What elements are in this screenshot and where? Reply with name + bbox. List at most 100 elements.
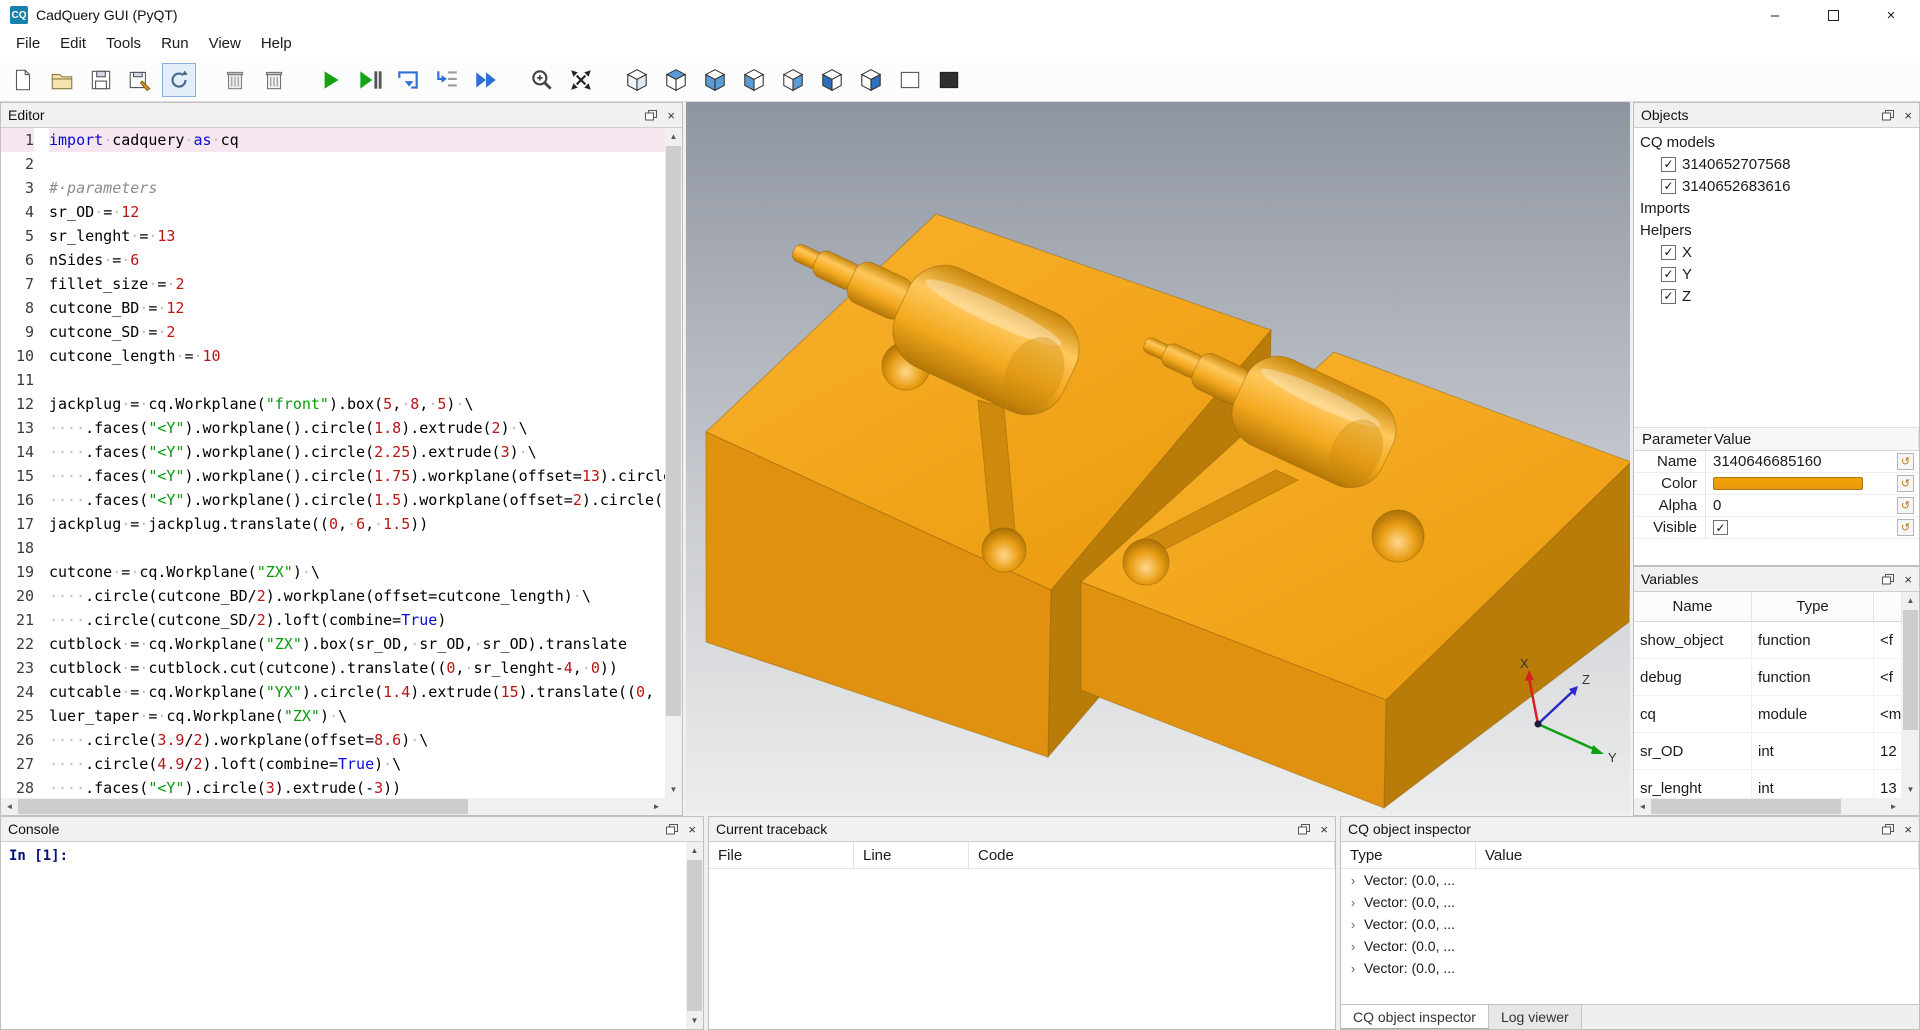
menu-file[interactable]: File: [6, 30, 50, 58]
continue-button[interactable]: [469, 63, 503, 97]
code-line[interactable]: jackplug·=·cq.Workplane("front").box(5,·…: [49, 392, 665, 416]
code-line[interactable]: nSides·=·6: [49, 248, 665, 272]
tree-item[interactable]: Helpers: [1634, 219, 1919, 241]
variable-row[interactable]: show_objectfunction<f: [1634, 622, 1902, 659]
close-button[interactable]: ×: [1862, 0, 1920, 30]
step-in-button[interactable]: [430, 63, 464, 97]
code-line[interactable]: ····.faces("<Y").workplane().circle(2.25…: [49, 440, 665, 464]
reset-property-button[interactable]: ↺: [1897, 519, 1914, 536]
code-line[interactable]: #·parameters: [49, 176, 665, 200]
code-line[interactable]: [49, 368, 665, 392]
editor-horizontal-scrollbar[interactable]: ◄ ►: [1, 798, 665, 815]
dock-close-icon[interactable]: ×: [688, 823, 696, 836]
dock-close-icon[interactable]: ×: [667, 109, 675, 122]
variables-horizontal-scrollbar[interactable]: ◄ ►: [1634, 798, 1902, 815]
dock-float-icon[interactable]: [1882, 574, 1894, 585]
dock-close-icon[interactable]: ×: [1904, 573, 1912, 586]
code-line[interactable]: jackplug·=·jackplug.translate((0,·6,·1.5…: [49, 512, 665, 536]
toggle-shaded-button[interactable]: [932, 63, 966, 97]
code-line[interactable]: cutcone_SD·=·2: [49, 320, 665, 344]
dock-float-icon[interactable]: [666, 824, 678, 835]
tree-item[interactable]: ✓X: [1634, 241, 1919, 263]
inspector-row[interactable]: ›Vector: (0.0, ...: [1341, 957, 1919, 979]
code-line[interactable]: cutblock·=·cq.Workplane("ZX").box(sr_OD,…: [49, 632, 665, 656]
console-input[interactable]: In [1]:: [1, 842, 686, 1029]
code-line[interactable]: ····.circle(cutcone_SD/2).loft(combine=T…: [49, 608, 665, 632]
code-line[interactable]: fillet_size·=·2: [49, 272, 665, 296]
code-line[interactable]: [49, 152, 665, 176]
scrollbar-thumb[interactable]: [1903, 610, 1918, 730]
scroll-up-arrow[interactable]: ▲: [686, 842, 703, 859]
minimize-button[interactable]: –: [1746, 0, 1804, 30]
open-script-button[interactable]: [45, 63, 79, 97]
delete-objects-button[interactable]: [257, 63, 291, 97]
code-line[interactable]: cutcable·=·cq.Workplane("YX").circle(1.4…: [49, 680, 665, 704]
tree-item[interactable]: ✓3140652707568: [1634, 153, 1919, 175]
expand-chevron-icon[interactable]: ›: [1347, 917, 1359, 932]
code-line[interactable]: ····.faces("<Y").workplane().circle(1.75…: [49, 464, 665, 488]
code-line[interactable]: [49, 536, 665, 560]
reset-property-button[interactable]: ↺: [1897, 475, 1914, 492]
iso-view-button[interactable]: [620, 63, 654, 97]
expand-chevron-icon[interactable]: ›: [1347, 895, 1359, 910]
variable-row[interactable]: sr_lenghtint13: [1634, 770, 1902, 798]
menu-run[interactable]: Run: [151, 30, 199, 58]
checkbox[interactable]: ✓: [1713, 520, 1728, 535]
scrollbar-thumb[interactable]: [18, 799, 468, 814]
scroll-down-arrow[interactable]: ▼: [686, 1012, 703, 1029]
scroll-left-arrow[interactable]: ◄: [1634, 798, 1651, 815]
editor-vertical-scrollbar[interactable]: ▲ ▼: [665, 128, 682, 798]
code-line[interactable]: ····.circle(cutcone_BD/2).workplane(offs…: [49, 584, 665, 608]
code-line[interactable]: cutcone_length·=·10: [49, 344, 665, 368]
dock-close-icon[interactable]: ×: [1904, 823, 1912, 836]
scroll-up-arrow[interactable]: ▲: [1902, 592, 1919, 609]
code-line[interactable]: cutblock·=·cutblock.cut(cutcone).transla…: [49, 656, 665, 680]
tree-item[interactable]: Imports: [1634, 197, 1919, 219]
save-script-button[interactable]: [84, 63, 118, 97]
variable-row[interactable]: sr_ODint12: [1634, 733, 1902, 770]
save-script-as-button[interactable]: [123, 63, 157, 97]
scrollbar-thumb[interactable]: [1651, 799, 1841, 814]
console-vertical-scrollbar[interactable]: ▲ ▼: [686, 842, 703, 1029]
inspector-row[interactable]: ›Vector: (0.0, ...: [1341, 869, 1919, 891]
checkbox[interactable]: ✓: [1661, 179, 1676, 194]
tree-item[interactable]: CQ models: [1634, 131, 1919, 153]
scroll-left-arrow[interactable]: ◄: [1, 798, 18, 815]
inspector-row[interactable]: ›Vector: (0.0, ...: [1341, 913, 1919, 935]
step-button[interactable]: [391, 63, 425, 97]
checkbox[interactable]: ✓: [1661, 289, 1676, 304]
variable-row[interactable]: debugfunction<f: [1634, 659, 1902, 696]
code-editor[interactable]: 1234567891011121314151617181920212223242…: [1, 128, 665, 798]
code-line[interactable]: ····.faces("<Y").workplane().circle(1.8)…: [49, 416, 665, 440]
dock-float-icon[interactable]: [1882, 824, 1894, 835]
dock-close-icon[interactable]: ×: [1904, 109, 1912, 122]
scroll-down-arrow[interactable]: ▼: [665, 781, 682, 798]
scroll-right-arrow[interactable]: ►: [648, 798, 665, 815]
scroll-right-arrow[interactable]: ►: [1885, 798, 1902, 815]
fit-view-button[interactable]: [564, 63, 598, 97]
code-line[interactable]: sr_lenght·=·13: [49, 224, 665, 248]
checkbox[interactable]: ✓: [1661, 245, 1676, 260]
menu-tools[interactable]: Tools: [96, 30, 151, 58]
tab-cq-object-inspector[interactable]: CQ object inspector: [1341, 1005, 1489, 1029]
expand-chevron-icon[interactable]: ›: [1347, 939, 1359, 954]
clear-console-button[interactable]: [218, 63, 252, 97]
right-view-button[interactable]: [854, 63, 888, 97]
code-line[interactable]: ····.faces("<Y").workplane().circle(1.5)…: [49, 488, 665, 512]
toggle-zoom-button[interactable]: [525, 63, 559, 97]
left-view-button[interactable]: [815, 63, 849, 97]
code-line[interactable]: sr_OD·=·12: [49, 200, 665, 224]
color-swatch[interactable]: [1713, 477, 1863, 490]
toggle-wireframe-button[interactable]: [893, 63, 927, 97]
scrollbar-thumb[interactable]: [687, 860, 702, 1011]
code-line[interactable]: ····.circle(4.9/2).loft(combine=True)·\: [49, 752, 665, 776]
dock-close-icon[interactable]: ×: [1320, 823, 1328, 836]
front-view-button[interactable]: [737, 63, 771, 97]
expand-chevron-icon[interactable]: ›: [1347, 961, 1359, 976]
scrollbar-thumb[interactable]: [666, 146, 681, 716]
expand-chevron-icon[interactable]: ›: [1347, 873, 1359, 888]
checkbox[interactable]: ✓: [1661, 267, 1676, 282]
inspector-row[interactable]: ›Vector: (0.0, ...: [1341, 891, 1919, 913]
code-line[interactable]: ····.faces("<Y").circle(3).extrude(-3)): [49, 776, 665, 798]
code-line[interactable]: cutcone_BD·=·12: [49, 296, 665, 320]
